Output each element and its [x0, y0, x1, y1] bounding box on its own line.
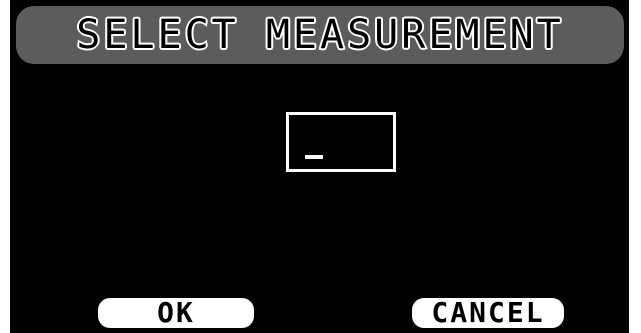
measurement-entry-field[interactable]	[286, 112, 396, 172]
ok-button-label: OK	[157, 296, 195, 329]
title-bar: SELECT MEASUREMENT	[16, 6, 624, 64]
text-cursor	[305, 155, 323, 159]
screen-title: SELECT MEASUREMENT	[75, 12, 564, 58]
cancel-button[interactable]: CANCEL	[412, 298, 564, 328]
ok-button[interactable]: OK	[98, 298, 254, 328]
device-screen: SELECT MEASUREMENT OK CANCEL	[10, 0, 629, 333]
cancel-button-label: CANCEL	[431, 296, 545, 329]
